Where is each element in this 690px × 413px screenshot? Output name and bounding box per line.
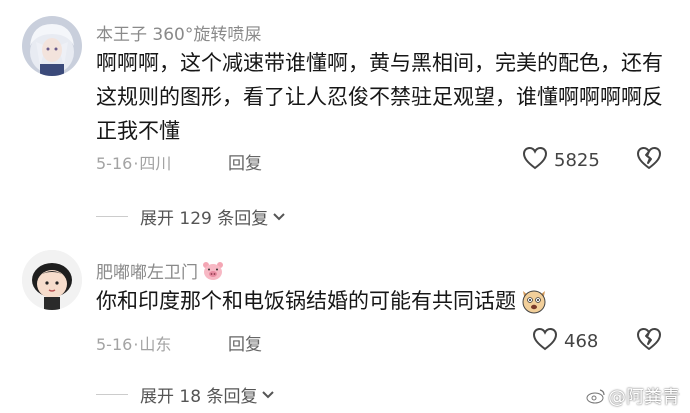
chevron-down-icon <box>272 207 286 227</box>
comment-text: 啊啊啊，这个减速带谁懂啊，黄与黑相间，完美的配色，还有这规则的图形，看了让人忍俊… <box>96 51 663 143</box>
divider <box>96 394 128 395</box>
username[interactable]: 肥嘟嘟左卫门 <box>96 258 224 283</box>
comment-text: 你和印度那个和电饭锅结婚的可能有共同话题 <box>96 284 666 318</box>
broken-heart-icon[interactable] <box>636 327 662 355</box>
pig-face-emoji-icon <box>202 261 224 281</box>
chevron-down-icon <box>261 385 275 405</box>
expand-label: 展开 18 条回复 <box>140 387 258 407</box>
weibo-logo-icon <box>586 388 606 404</box>
comment-meta: 5-16·四川 <box>96 150 171 174</box>
watermark-text: @阿粪青 <box>608 387 680 408</box>
like-button[interactable]: 5825 <box>522 146 600 174</box>
expand-replies-button[interactable]: 展开 129 条回复 <box>96 204 286 229</box>
comment-text-content: 你和印度那个和电饭锅结婚的可能有共同话题 <box>96 289 516 313</box>
reply-button[interactable]: 回复 <box>228 330 262 355</box>
avatar[interactable] <box>22 250 82 310</box>
meta-separator: · <box>133 335 139 354</box>
divider <box>96 216 128 217</box>
username[interactable]: 本王子 360°旋转喷屎 <box>96 20 261 45</box>
heart-outline-icon <box>532 327 558 355</box>
comment-date: 5-16 <box>96 154 133 173</box>
broken-heart-icon[interactable] <box>636 146 662 174</box>
avatar[interactable] <box>22 16 82 76</box>
reply-button[interactable]: 回复 <box>228 149 262 174</box>
like-count: 5825 <box>554 149 600 171</box>
like-count: 468 <box>564 330 599 352</box>
comment-date: 5-16 <box>96 335 133 354</box>
heart-outline-icon <box>522 146 548 174</box>
watermark: @阿粪青 <box>586 383 680 409</box>
expand-label: 展开 129 条回复 <box>140 209 269 229</box>
dog-face-emoji-icon <box>520 287 548 315</box>
comment-location: 山东 <box>139 335 172 354</box>
comment-meta: 5-16·山东 <box>96 331 171 355</box>
like-button[interactable]: 468 <box>532 327 598 355</box>
expand-replies-button[interactable]: 展开 18 条回复 <box>96 382 275 407</box>
username-text: 肥嘟嘟左卫门 <box>96 263 198 283</box>
meta-separator: · <box>133 154 139 173</box>
comment-location: 四川 <box>139 154 172 173</box>
